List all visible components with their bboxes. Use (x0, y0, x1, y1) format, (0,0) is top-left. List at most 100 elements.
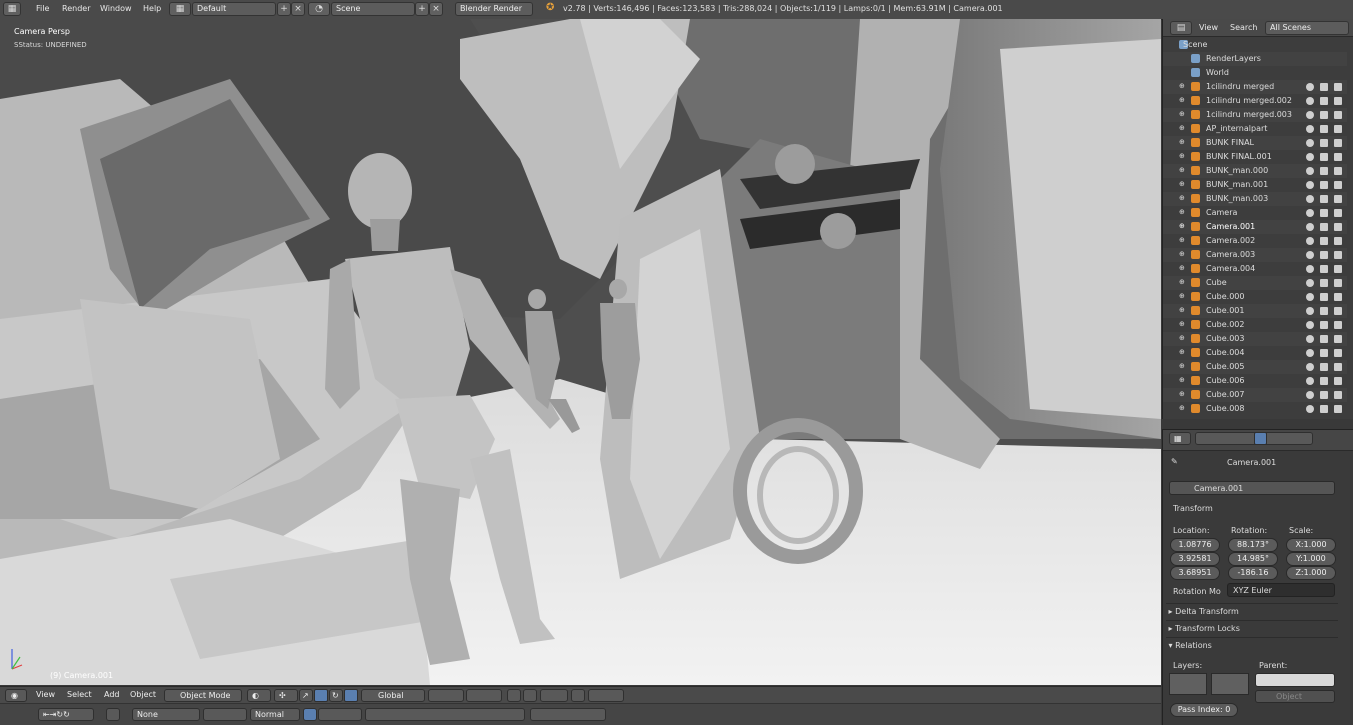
outliner-row[interactable]: ⊕ Cube.002 (1163, 318, 1347, 332)
remove-scene-icon[interactable]: × (429, 2, 443, 16)
menu-file[interactable]: File (36, 4, 49, 13)
render-icon[interactable] (1334, 265, 1342, 273)
render-engine-select[interactable]: Blender Render (455, 2, 533, 16)
expand-toggle-icon[interactable] (1179, 54, 1188, 63)
outliner-row[interactable]: ⊕ Cube.006 (1163, 374, 1347, 388)
render-icon[interactable] (1334, 307, 1342, 315)
blend-mode-select[interactable]: Normal (250, 708, 300, 721)
eye-icon[interactable] (1306, 111, 1314, 119)
opengl-render-icon[interactable] (588, 689, 624, 702)
eye-icon[interactable] (1306, 391, 1314, 399)
keying-set-select[interactable]: None (132, 708, 200, 721)
properties-type-icon[interactable]: ▦ (1169, 432, 1191, 445)
outliner-row[interactable]: ⊕ BUNK_man.001 (1163, 178, 1347, 192)
expand-toggle-icon[interactable]: ⊕ (1179, 306, 1188, 315)
eye-icon[interactable] (1306, 139, 1314, 147)
expand-toggle-icon[interactable]: ⊕ (1179, 82, 1188, 91)
snap-icon[interactable] (571, 689, 585, 702)
parent-type-select[interactable]: Object (1255, 690, 1335, 703)
orientation-select[interactable]: Global (361, 689, 425, 702)
render-icon[interactable] (1334, 321, 1342, 329)
eye-icon[interactable] (1306, 153, 1314, 161)
render-icon[interactable] (1334, 237, 1342, 245)
cursor-icon[interactable] (1320, 391, 1328, 399)
cursor-icon[interactable] (1320, 125, 1328, 133)
eye-icon[interactable] (1306, 167, 1314, 175)
eye-icon[interactable] (1306, 125, 1314, 133)
cursor-icon[interactable] (1320, 167, 1328, 175)
mode-select[interactable]: Object Mode (164, 689, 242, 702)
eye-icon[interactable] (1306, 209, 1314, 217)
scale-x-field[interactable]: X:1.000 (1286, 538, 1336, 552)
pin-icon[interactable]: ✎ (1171, 457, 1178, 466)
cursor-icon[interactable] (1320, 307, 1328, 315)
expand-toggle-icon[interactable]: ⊕ (1179, 180, 1188, 189)
cursor-icon[interactable] (1320, 209, 1328, 217)
expand-toggle-icon[interactable]: ⊕ (1179, 362, 1188, 371)
outliner-row[interactable]: ⊕ Camera.004 (1163, 262, 1347, 276)
menu-add[interactable]: Add (104, 690, 120, 699)
menu-help[interactable]: Help (143, 4, 161, 13)
render-icon[interactable] (1334, 223, 1342, 231)
render-icon[interactable] (1334, 139, 1342, 147)
location-z-field[interactable]: 3.68951 (1170, 566, 1220, 580)
outliner-row[interactable]: ⊕ Cube.003 (1163, 332, 1347, 346)
outliner-row[interactable]: ⊕ Camera.001 (1163, 220, 1347, 234)
transform-panel-header[interactable]: Transform (1173, 504, 1213, 513)
outliner-row[interactable]: ⊕ 1cilindru merged (1163, 80, 1347, 94)
outliner-row[interactable]: ⊕ Cube.008 (1163, 402, 1347, 416)
expand-toggle-icon[interactable]: ⊕ (1179, 348, 1188, 357)
cursor-icon[interactable] (1320, 181, 1328, 189)
render-preview-icon[interactable] (523, 689, 537, 702)
expand-toggle-icon[interactable]: ⊕ (1179, 166, 1188, 175)
expand-toggle-icon[interactable]: ⊕ (1179, 250, 1188, 259)
editor-type-icon[interactable]: ▦ (3, 2, 21, 16)
render-icon[interactable] (1334, 181, 1342, 189)
cursor-icon[interactable] (1320, 223, 1328, 231)
outliner-row[interactable]: ⊕ Cube.005 (1163, 360, 1347, 374)
menu-window[interactable]: Window (100, 4, 132, 13)
auto-key-buttons[interactable] (318, 708, 362, 721)
object-name-field[interactable]: Camera.001 (1169, 481, 1335, 495)
expand-toggle-icon[interactable] (1179, 68, 1188, 77)
layers-grid-2[interactable] (1211, 673, 1249, 695)
translate-icon[interactable] (314, 689, 328, 702)
object-tab-icon[interactable] (1254, 432, 1267, 445)
outliner-row[interactable]: RenderLayers (1163, 52, 1347, 66)
expand-toggle-icon[interactable]: ⊕ (1179, 96, 1188, 105)
layer-buttons-1[interactable] (428, 689, 464, 702)
expand-toggle-icon[interactable]: ⊕ (1179, 376, 1188, 385)
screen-layout-field[interactable]: Default (192, 2, 276, 16)
cursor-icon[interactable] (1320, 153, 1328, 161)
render-icon[interactable] (1334, 97, 1342, 105)
relations-panel[interactable]: ▾ Relations (1166, 637, 1338, 653)
rotate-icon[interactable]: ↻ (329, 689, 343, 702)
outliner-row[interactable]: ⊕ BUNK FINAL (1163, 136, 1347, 150)
eye-icon[interactable] (1306, 363, 1314, 371)
render-icon[interactable] (1334, 195, 1342, 203)
outliner-row[interactable]: ⊕ 1cilindru merged.002 (1163, 94, 1347, 108)
rotation-z-field[interactable]: -186.16 (1228, 566, 1278, 580)
eye-icon[interactable] (1306, 349, 1314, 357)
expand-toggle-icon[interactable]: ⊕ (1179, 110, 1188, 119)
cursor-icon[interactable] (1320, 83, 1328, 91)
outliner-row[interactable]: World (1163, 66, 1347, 80)
expand-toggle-icon[interactable]: ⊕ (1179, 264, 1188, 273)
cursor-icon[interactable] (1320, 377, 1328, 385)
cursor-icon[interactable] (1320, 349, 1328, 357)
3d-viewport[interactable]: Camera Persp SStatus: UNDEFINED (9) Came… (0, 19, 1161, 685)
expand-toggle-icon[interactable]: ⊕ (1179, 390, 1188, 399)
outliner-row[interactable]: ⊕ 1cilindru merged.003 (1163, 108, 1347, 122)
eye-icon[interactable] (1306, 377, 1314, 385)
render-icon[interactable] (1334, 335, 1342, 343)
menu-render[interactable]: Render (62, 4, 90, 13)
playback-controls[interactable]: ⇤⇥↻↻ (38, 708, 94, 721)
outliner-row[interactable]: ⊕ AP_internalpart (1163, 122, 1347, 136)
outliner-row[interactable]: ⊕ Camera.002 (1163, 234, 1347, 248)
expand-toggle-icon[interactable]: ⊕ (1179, 152, 1188, 161)
eye-icon[interactable] (1306, 97, 1314, 105)
outliner-row[interactable]: ⊕ Cube (1163, 276, 1347, 290)
eye-icon[interactable] (1306, 321, 1314, 329)
render-icon[interactable] (1334, 125, 1342, 133)
eye-icon[interactable] (1306, 195, 1314, 203)
